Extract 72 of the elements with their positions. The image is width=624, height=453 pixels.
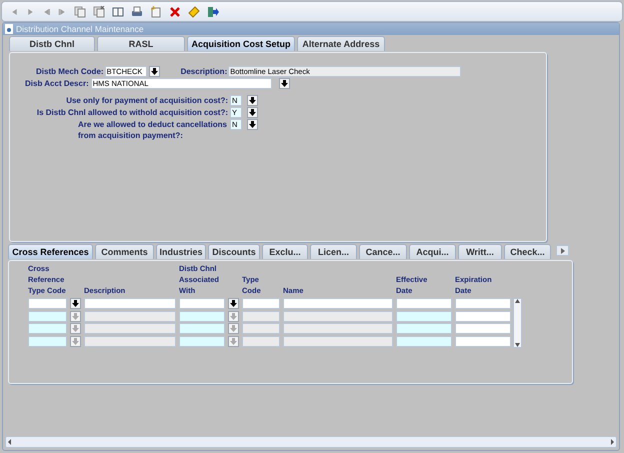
dropdown-button[interactable]: [228, 298, 239, 309]
table-cell[interactable]: [396, 336, 452, 346]
tab[interactable]: Cross References: [8, 244, 93, 259]
dropdown-button[interactable]: [247, 107, 258, 118]
form-icon: [5, 24, 13, 34]
table-cell[interactable]: [28, 336, 67, 346]
tab[interactable]: Exclu...: [262, 244, 308, 259]
tab[interactable]: Acqui...: [409, 244, 456, 259]
tab[interactable]: Acquisition Cost Setup: [187, 36, 295, 51]
tab[interactable]: RASL: [97, 36, 185, 51]
table-cell[interactable]: [179, 323, 225, 334]
dropdown-button[interactable]: [278, 78, 290, 89]
table-cell[interactable]: [242, 336, 280, 346]
field-label: Description:: [180, 67, 228, 76]
tab[interactable]: Writt...: [458, 244, 502, 259]
tab[interactable]: Cance...: [359, 244, 407, 259]
question-label: Use only for payment of acquisition cost?:: [65, 95, 228, 106]
horizontal-scrollbar[interactable]: [5, 436, 617, 448]
field-label: Disb Acct Descr:: [25, 79, 89, 88]
table-cell[interactable]: [455, 298, 511, 309]
table-cell[interactable]: [396, 323, 452, 334]
table-cell[interactable]: [396, 310, 452, 322]
dropdown-button[interactable]: [247, 95, 258, 106]
window-title: Distribution Channel Maintenance: [16, 24, 144, 34]
table-cell[interactable]: [283, 323, 393, 334]
tab[interactable]: Industries: [156, 244, 206, 259]
right-arrow-icon[interactable]: [608, 438, 616, 446]
table-cell[interactable]: [28, 310, 67, 322]
table-cell[interactable]: [455, 336, 511, 346]
copy-field-icon[interactable]: [93, 6, 105, 18]
up-arrow-icon[interactable]: [515, 299, 520, 303]
table-cell[interactable]: [179, 310, 225, 322]
tab[interactable]: Distb Chnl: [9, 36, 95, 51]
table-cell[interactable]: [242, 323, 280, 334]
dropdown-button[interactable]: [247, 119, 258, 130]
question-label: Are we allowed to deduct cancellations from acquisition payment?:: [77, 119, 228, 141]
printer-icon[interactable]: [131, 6, 143, 18]
tab[interactable]: Discounts: [208, 244, 260, 259]
table-cell[interactable]: [28, 323, 67, 334]
table-cell[interactable]: [84, 336, 176, 346]
tab[interactable]: Alternate Address: [297, 36, 385, 51]
table-cell[interactable]: [242, 310, 280, 322]
table-cell[interactable]: [179, 336, 225, 346]
table-cell[interactable]: [84, 310, 176, 322]
right-arrow-icon: [560, 248, 564, 254]
table-cell[interactable]: [455, 323, 511, 334]
table-cell[interactable]: [283, 310, 393, 322]
tab[interactable]: Check...: [504, 244, 551, 259]
table-cell[interactable]: [84, 298, 176, 309]
table-cell[interactable]: [283, 336, 393, 346]
tab[interactable]: Licen...: [310, 244, 357, 259]
left-arrow-icon[interactable]: [6, 438, 14, 446]
field-label: Distb Mech Code:: [36, 67, 104, 76]
copy-record-icon[interactable]: [74, 6, 86, 18]
question-label: Is Distb Chnl allowed to withold acquisition cost?:: [36, 107, 228, 118]
table-cell[interactable]: [242, 298, 280, 309]
table-cell[interactable]: [283, 298, 393, 309]
book-icon[interactable]: [112, 6, 124, 18]
down-arrow-icon[interactable]: [515, 343, 520, 347]
table-cell[interactable]: [84, 323, 176, 334]
table-cell[interactable]: [179, 298, 225, 309]
scroll-tabs-button[interactable]: [556, 245, 569, 256]
delete-icon[interactable]: [169, 6, 181, 18]
dropdown-button[interactable]: [70, 298, 81, 309]
exit-icon[interactable]: [207, 6, 219, 18]
vertical-scrollbar[interactable]: [513, 298, 522, 348]
table-cell[interactable]: [455, 310, 511, 322]
dropdown-button[interactable]: [148, 66, 160, 77]
table-cell[interactable]: [28, 298, 67, 309]
new-record-icon[interactable]: [150, 6, 162, 18]
tab[interactable]: Comments: [95, 244, 154, 259]
table-cell[interactable]: [396, 298, 452, 309]
